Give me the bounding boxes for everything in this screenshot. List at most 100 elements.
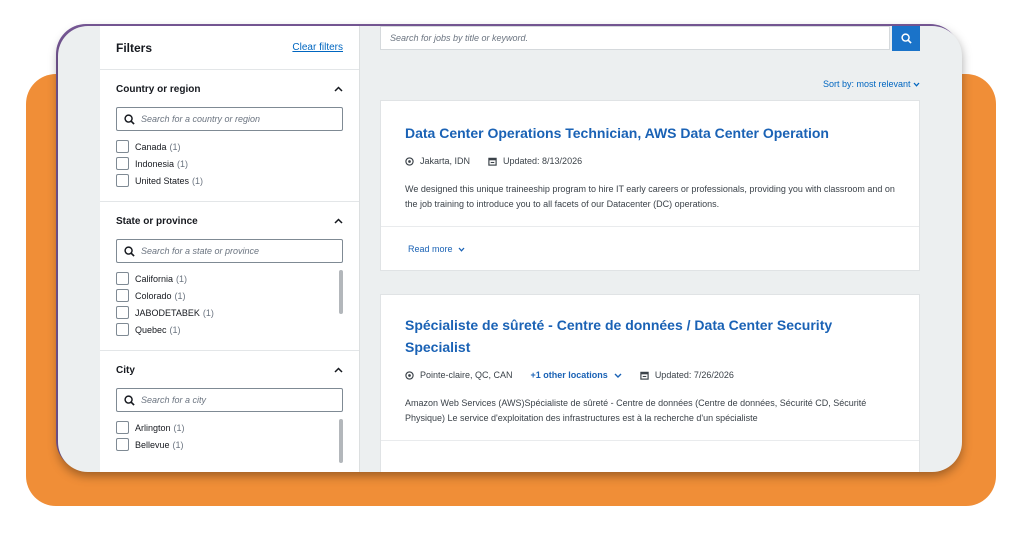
option-count: (1) (172, 439, 184, 450)
job-meta: Jakarta, IDN Updated: 8/13/2026 (405, 156, 895, 166)
option-count: (1) (174, 290, 186, 301)
checkbox[interactable] (116, 157, 129, 170)
option-label: Colorado (135, 290, 172, 301)
chevron-up-icon[interactable] (334, 84, 343, 95)
job-title-link[interactable]: Data Center Operations Technician, AWS D… (405, 122, 895, 144)
filter-section-header[interactable]: Country or region (116, 84, 343, 95)
filter-section-city: City Arlington(1) Bellevue(1) (100, 351, 359, 465)
option-label: Arlington (135, 422, 171, 433)
filters-header: Filters Clear filters (100, 26, 359, 70)
calendar-icon (488, 157, 497, 166)
filter-section-header[interactable]: City (116, 365, 343, 376)
search-icon (900, 32, 912, 44)
search-icon (124, 113, 135, 125)
read-more-link[interactable]: Read more (408, 244, 465, 254)
job-search-input[interactable] (390, 33, 870, 43)
filter-option[interactable]: Arlington (1) (116, 419, 343, 436)
chevron-up-icon[interactable] (334, 365, 343, 376)
filter-option[interactable]: California (1) (116, 270, 343, 287)
sort-dropdown[interactable]: Sort by: most relevant (823, 79, 920, 89)
browser-frame: Filters Clear filters Country or region … (58, 26, 962, 472)
checkbox[interactable] (116, 140, 129, 153)
country-options: Canada (1) Indonesia (1) United States (1) (116, 138, 343, 189)
filters-sidebar: Filters Clear filters Country or region … (100, 26, 360, 472)
job-title-link[interactable]: Spécialiste de sûreté - Centre de donnée… (405, 314, 865, 358)
search-icon (124, 245, 135, 257)
checkbox[interactable] (116, 421, 129, 434)
filter-option[interactable]: United States (1) (116, 172, 343, 189)
job-updated: Updated: 8/13/2026 (488, 156, 582, 166)
calendar-icon (640, 371, 649, 380)
job-card-footer (381, 440, 919, 472)
state-search-input[interactable] (141, 246, 331, 256)
option-label: Quebec (135, 324, 167, 335)
search-icon (124, 394, 135, 406)
option-count: (1) (176, 273, 188, 284)
filter-section-header[interactable]: State or province (116, 216, 343, 227)
filter-section-country: Country or region Canada(1) Indonesia(1)… (100, 70, 359, 202)
job-card: Data Center Operations Technician, AWS D… (380, 100, 920, 271)
filter-option[interactable]: Indonesia (1) (116, 155, 343, 172)
checkbox[interactable] (116, 306, 129, 319)
job-card-footer: Read more (381, 226, 919, 270)
chevron-down-icon (614, 373, 622, 378)
job-description: We designed this unique traineeship prog… (405, 184, 895, 209)
stage: Filters Clear filters Country or region … (0, 0, 1024, 536)
city-search-input[interactable] (141, 395, 331, 405)
job-card-body: Spécialiste de sûreté - Centre de donnée… (381, 295, 919, 440)
state-options: California (1) Colorado (1) JABODETABEK (1)… (116, 270, 343, 338)
filter-option[interactable]: Colorado (1) (116, 287, 343, 304)
job-updated: Updated: 7/26/2026 (640, 370, 734, 380)
option-count: (1) (192, 175, 204, 186)
other-locations-label: +1 other locations (530, 370, 608, 380)
filter-option[interactable]: JABODETABEK (1) (116, 304, 343, 321)
job-location-text: Jakarta, IDN (420, 156, 471, 166)
option-label: California (135, 273, 174, 284)
search-button[interactable] (892, 26, 920, 51)
job-card-body: Data Center Operations Technician, AWS D… (381, 101, 919, 226)
option-count: (1) (173, 422, 185, 433)
clear-filters-link[interactable]: Clear filters (292, 42, 343, 53)
option-count: (1) (169, 141, 181, 152)
option-label: JABODETABEK (135, 307, 200, 318)
job-card: Spécialiste de sûreté - Centre de donnée… (380, 294, 920, 472)
checkbox[interactable] (116, 289, 129, 302)
scrollbar[interactable] (339, 419, 343, 463)
option-label: Indonesia (135, 158, 175, 169)
filter-option[interactable]: Quebec (1) (116, 321, 343, 338)
checkbox[interactable] (116, 438, 129, 451)
city-options: Arlington (1) Bellevue (1) (116, 419, 343, 463)
filter-section-title: City (116, 365, 135, 376)
checkbox[interactable] (116, 174, 129, 187)
job-location-text: Pointe-claire, QC, CAN (420, 370, 513, 380)
job-updated-text: Updated: 8/13/2026 (503, 156, 583, 166)
other-locations-toggle[interactable]: +1 other locations (531, 370, 622, 380)
read-more-label: Read more (408, 243, 453, 254)
option-count: (1) (177, 158, 189, 169)
job-meta: Pointe-claire, QC, CAN +1 other location… (405, 370, 895, 380)
option-label: Canada (135, 141, 167, 152)
checkbox[interactable] (116, 323, 129, 336)
job-location: Pointe-claire, QC, CAN (405, 370, 513, 380)
filter-section-title: Country or region (116, 84, 201, 95)
scrollbar[interactable] (339, 270, 343, 314)
job-description: Amazon Web Services (AWS)Spécialiste de … (405, 398, 867, 423)
filter-option[interactable]: Canada (1) (116, 138, 343, 155)
state-search-field (116, 239, 343, 263)
filter-section-title: State or province (116, 216, 198, 227)
location-pin-icon (405, 156, 414, 166)
job-updated-text: Updated: 7/26/2026 (654, 370, 734, 380)
location-pin-icon (405, 370, 414, 380)
country-search-field (116, 107, 343, 131)
option-count: (1) (202, 307, 214, 318)
option-count: (1) (169, 324, 181, 335)
option-label: Bellevue (135, 439, 170, 450)
chevron-down-icon (458, 247, 465, 252)
chevron-down-icon (913, 82, 920, 87)
chevron-up-icon[interactable] (334, 216, 343, 227)
job-search-field (380, 26, 890, 50)
checkbox[interactable] (116, 272, 129, 285)
filter-option[interactable]: Bellevue (1) (116, 436, 343, 453)
sort-label: Sort by: most relevant (822, 79, 911, 89)
country-search-input[interactable] (141, 114, 331, 124)
